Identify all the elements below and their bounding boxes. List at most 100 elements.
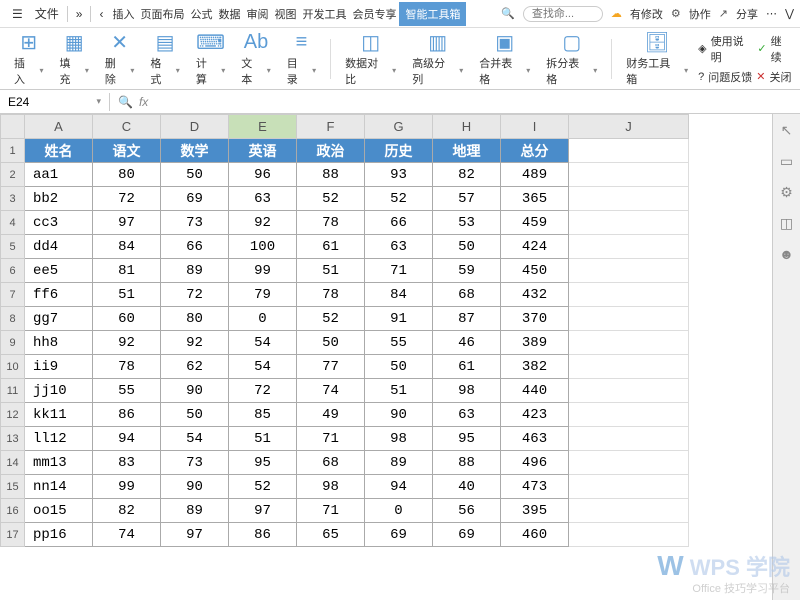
tab-2[interactable]: 公式	[187, 2, 215, 26]
cell[interactable]: 80	[93, 163, 161, 187]
cell[interactable]: hh8	[25, 331, 93, 355]
tab-4[interactable]: 审阅	[243, 2, 271, 26]
row-header-9[interactable]: 9	[1, 331, 25, 355]
cell[interactable]: 98	[297, 475, 365, 499]
row-header-2[interactable]: 2	[1, 163, 25, 187]
share-link[interactable]: 分享	[736, 6, 758, 22]
cell[interactable]: 88	[433, 451, 501, 475]
cell[interactable]: 50	[161, 163, 229, 187]
cell[interactable]: 86	[93, 403, 161, 427]
row-header-3[interactable]: 3	[1, 187, 25, 211]
cell[interactable]: 66	[161, 235, 229, 259]
cell[interactable]: 54	[229, 355, 297, 379]
cell[interactable]: 50	[161, 403, 229, 427]
cell[interactable]: 56	[433, 499, 501, 523]
header-cell[interactable]: 总分	[501, 139, 569, 163]
more-menu[interactable]: ⋯	[766, 7, 777, 20]
cell[interactable]: 53	[433, 211, 501, 235]
cell[interactable]: pp16	[25, 523, 93, 547]
cell[interactable]: 60	[93, 307, 161, 331]
col-header-H[interactable]: H	[433, 115, 501, 139]
cell[interactable]: 92	[93, 331, 161, 355]
cell[interactable]: 98	[433, 379, 501, 403]
cell[interactable]: 90	[161, 475, 229, 499]
cell[interactable]: 61	[297, 235, 365, 259]
cell[interactable]: aa1	[25, 163, 93, 187]
row-header-11[interactable]: 11	[1, 379, 25, 403]
cell[interactable]: 73	[161, 451, 229, 475]
cell[interactable]: 100	[229, 235, 297, 259]
ribbon-填充[interactable]: ▦填充	[53, 29, 94, 89]
cell[interactable]: 89	[161, 499, 229, 523]
cell[interactable]: 72	[93, 187, 161, 211]
cell[interactable]: 55	[365, 331, 433, 355]
cell[interactable]: 63	[433, 403, 501, 427]
cell[interactable]: 99	[93, 475, 161, 499]
cell[interactable]: 78	[297, 283, 365, 307]
cell[interactable]: 73	[161, 211, 229, 235]
cell[interactable]: 46	[433, 331, 501, 355]
row-header-10[interactable]: 10	[1, 355, 25, 379]
tab-0[interactable]: 插入	[109, 2, 137, 26]
empty-cell[interactable]	[569, 211, 689, 235]
cell[interactable]: 0	[229, 307, 297, 331]
menu-icon[interactable]: ☰	[6, 3, 29, 25]
cell[interactable]: 440	[501, 379, 569, 403]
tab-3[interactable]: 数据	[215, 2, 243, 26]
cell[interactable]: 87	[433, 307, 501, 331]
row-header-14[interactable]: 14	[1, 451, 25, 475]
cell[interactable]: 52	[297, 187, 365, 211]
col-header-C[interactable]: C	[93, 115, 161, 139]
col-header-G[interactable]: G	[365, 115, 433, 139]
cell[interactable]: 395	[501, 499, 569, 523]
cell[interactable]: 370	[501, 307, 569, 331]
cell[interactable]: 90	[365, 403, 433, 427]
cell[interactable]: kk11	[25, 403, 93, 427]
cell[interactable]: 52	[229, 475, 297, 499]
tab-7[interactable]: 会员专享	[349, 2, 399, 26]
col-header-I[interactable]: I	[501, 115, 569, 139]
cell[interactable]: 72	[161, 283, 229, 307]
row-header-8[interactable]: 8	[1, 307, 25, 331]
cell[interactable]: 90	[161, 379, 229, 403]
tab-8[interactable]: 智能工具箱	[399, 2, 466, 26]
header-cell[interactable]: 历史	[365, 139, 433, 163]
spreadsheet[interactable]: ACDEFGHIJ1姓名语文数学英语政治历史地理总分2aa18050968893…	[0, 114, 772, 600]
cell[interactable]: 97	[93, 211, 161, 235]
cloud-icon[interactable]: ☁	[611, 7, 622, 20]
empty-cell[interactable]	[569, 163, 689, 187]
cell[interactable]: 52	[297, 307, 365, 331]
cell[interactable]: 459	[501, 211, 569, 235]
dropdown-icon[interactable]: ▾	[96, 96, 101, 107]
name-box[interactable]: E24 ▾	[0, 93, 110, 111]
cell[interactable]: 95	[229, 451, 297, 475]
cell[interactable]: 68	[433, 283, 501, 307]
col-header-D[interactable]: D	[161, 115, 229, 139]
cell[interactable]: 51	[297, 259, 365, 283]
cell[interactable]: 473	[501, 475, 569, 499]
cell[interactable]: 50	[297, 331, 365, 355]
cell[interactable]: 78	[93, 355, 161, 379]
search-input[interactable]	[523, 6, 603, 22]
empty-cell[interactable]	[569, 355, 689, 379]
cell[interactable]: 71	[297, 427, 365, 451]
cell[interactable]: 66	[365, 211, 433, 235]
header-cell[interactable]: 语文	[93, 139, 161, 163]
row-header-15[interactable]: 15	[1, 475, 25, 499]
cell[interactable]: 80	[161, 307, 229, 331]
cell[interactable]: 85	[229, 403, 297, 427]
empty-cell[interactable]	[569, 475, 689, 499]
cell[interactable]: 382	[501, 355, 569, 379]
cell[interactable]: nn14	[25, 475, 93, 499]
row-header-16[interactable]: 16	[1, 499, 25, 523]
cell[interactable]: 51	[365, 379, 433, 403]
row-header-6[interactable]: 6	[1, 259, 25, 283]
cell[interactable]: 40	[433, 475, 501, 499]
cell[interactable]: 96	[229, 163, 297, 187]
cell[interactable]: 389	[501, 331, 569, 355]
back-icon[interactable]: ‹	[93, 3, 109, 25]
cell[interactable]: 365	[501, 187, 569, 211]
cell[interactable]: dd4	[25, 235, 93, 259]
cell[interactable]: mm13	[25, 451, 93, 475]
ribbon-拆分表格[interactable]: ▢拆分表格	[540, 29, 603, 89]
